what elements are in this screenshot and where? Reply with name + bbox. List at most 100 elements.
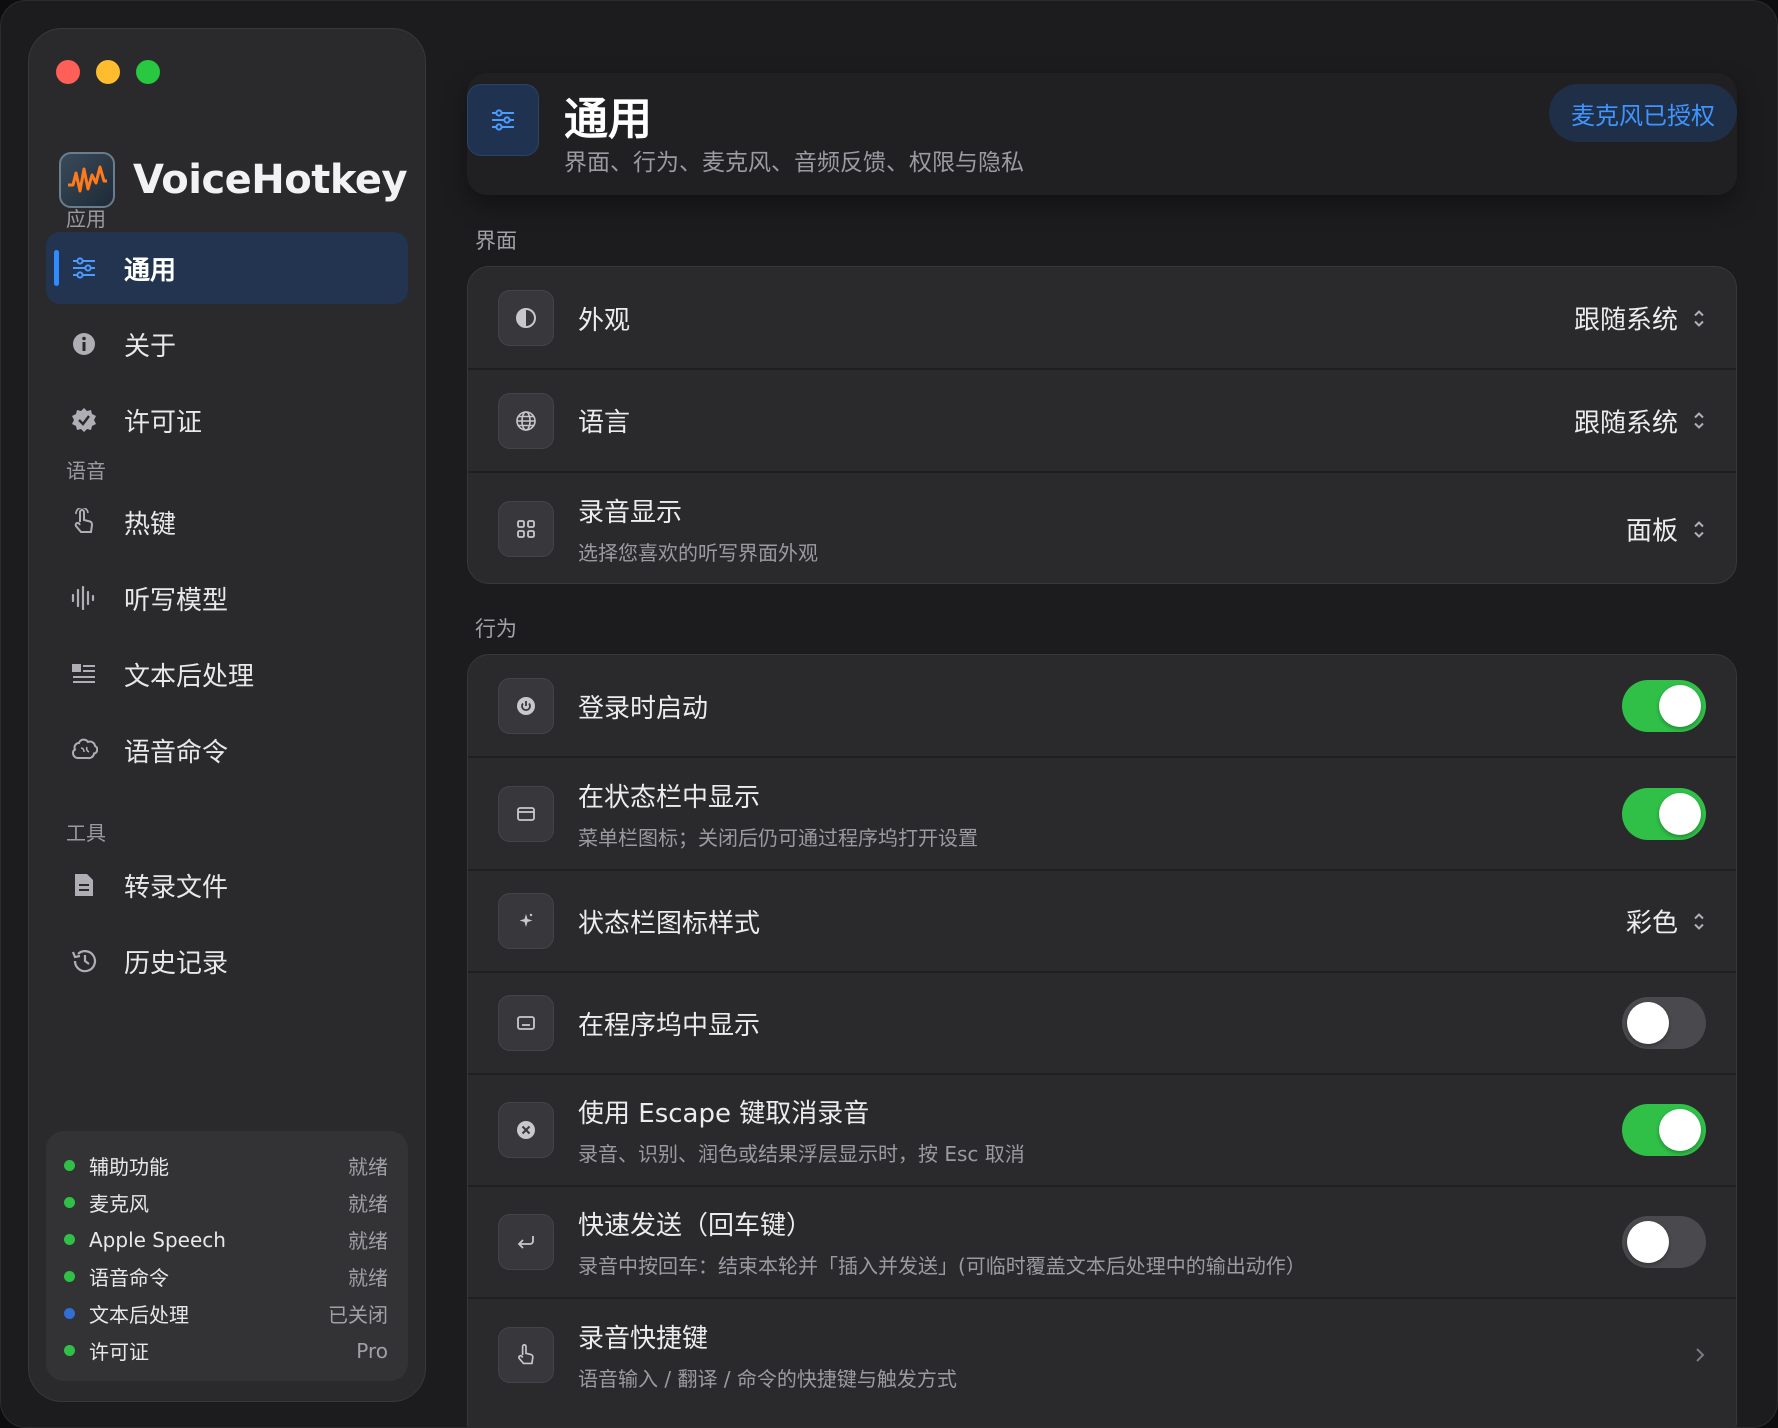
sidebar-item-label: 语音命令 [124, 737, 229, 768]
quick-send-toggle[interactable] [1622, 1216, 1706, 1268]
appearance-select[interactable]: 跟随系统 [1574, 300, 1678, 337]
row-title: 使用 Escape 键取消录音 [578, 1099, 870, 1129]
recording-shortcut-row[interactable]: 录音快捷键 语音输入 / 翻译 / 命令的快捷键与触发方式 [468, 1299, 1736, 1411]
show-in-dock-row: 在程序坞中显示 [468, 973, 1736, 1073]
show-in-dock-toggle[interactable] [1622, 997, 1706, 1049]
status-name: 许可证 [89, 1340, 149, 1364]
status-dot [64, 1345, 75, 1356]
sidebar-item-history[interactable]: 历史记录 [46, 925, 408, 997]
sidebar-item-label: 历史记录 [124, 948, 229, 979]
status-bar-icon-style-select[interactable]: 彩色 [1626, 903, 1678, 940]
mic-authorized-badge[interactable]: 麦克风已授权 [1549, 84, 1737, 142]
row-title: 录音显示 [578, 498, 683, 528]
toggle-knob [1659, 685, 1701, 727]
window-controls [56, 60, 160, 84]
toggle-knob [1627, 1002, 1669, 1044]
sidebar-item-label: 许可证 [124, 407, 203, 438]
row-description: 录音、识别、润色或结果浮层显示时，按 Esc 取消 [578, 1142, 1025, 1166]
show-in-status-bar-toggle[interactable] [1622, 787, 1706, 840]
app-window: VoiceHotkey 应用 通用 关于 许可证 语音 热键 听写模型 文本后处… [0, 0, 1778, 1428]
sidebar: VoiceHotkey 应用 通用 关于 许可证 语音 热键 听写模型 文本后处… [28, 28, 426, 1402]
row-title: 状态栏图标样式 [578, 908, 761, 939]
status-dot [64, 1160, 75, 1171]
chevron-updown-icon [1694, 912, 1704, 930]
status-row: 文本后处理 已关闭 [64, 1295, 388, 1332]
language-row[interactable]: 语言 跟随系统 [468, 370, 1736, 471]
return-icon [498, 1214, 554, 1270]
row-title: 在状态栏中显示 [578, 782, 761, 813]
sidebar-item-general[interactable]: 通用 [46, 232, 408, 304]
sidebar-item-label: 文本后处理 [124, 661, 255, 692]
status-dot [64, 1308, 75, 1319]
grid-icon [498, 501, 554, 557]
toggle-knob [1659, 792, 1701, 835]
waveform-icon [70, 584, 98, 612]
escape-cancel-toggle[interactable] [1622, 1104, 1706, 1156]
sidebar-item-transcribe-file[interactable]: 转录文件 [46, 849, 408, 921]
status-value: Pro [356, 1338, 388, 1363]
language-select[interactable]: 跟随系统 [1574, 402, 1678, 439]
sliders-icon [467, 84, 539, 156]
chevron-right-icon [1696, 1348, 1705, 1362]
row-description: 录音中按回车：结束本轮并「插入并发送」(可临时覆盖文本后处理中的输出动作） [578, 1254, 1306, 1278]
dock-icon [498, 995, 554, 1051]
sidebar-item-label: 关于 [124, 331, 177, 362]
page-title: 通用 [564, 94, 652, 145]
launch-at-login-row: 登录时启动 [468, 655, 1736, 757]
sidebar-item-hotkey[interactable]: 热键 [46, 486, 408, 558]
sidebar-item-label: 转录文件 [124, 872, 229, 903]
toggle-knob [1627, 1221, 1669, 1263]
sidebar-item-voice-commands[interactable]: 语音命令 [46, 714, 408, 786]
status-bar-icon-style-row[interactable]: 状态栏图标样式 彩色 [468, 871, 1736, 971]
quick-send-row: 快速发送（回车键） 录音中按回车：结束本轮并「插入并发送」(可临时覆盖文本后处理… [468, 1187, 1736, 1297]
sidebar-item-about[interactable]: 关于 [46, 308, 408, 380]
status-row: Apple Speech 就绪 [64, 1221, 388, 1258]
launch-at-login-toggle[interactable] [1622, 680, 1706, 732]
row-title: 登录时启动 [578, 693, 709, 724]
appearance-row[interactable]: 外观 跟随系统 [468, 267, 1736, 369]
toggle-knob [1659, 1109, 1701, 1151]
close-window-button[interactable] [56, 60, 80, 84]
sidebar-item-license[interactable]: 许可证 [46, 384, 408, 456]
sparkle-icon [498, 893, 554, 949]
row-title: 录音快捷键 [578, 1324, 709, 1354]
status-dot [64, 1234, 75, 1245]
sidebar-item-label: 听写模型 [124, 585, 229, 616]
app-logo-icon [59, 152, 115, 208]
row-title: 外观 [578, 305, 631, 336]
recording-display-row[interactable]: 录音显示 选择您喜欢的听写界面外观 面板 [468, 473, 1736, 583]
section-label-app: 应用 [66, 207, 106, 231]
behavior-settings-card: 登录时启动 在状态栏中显示 菜单栏图标；关闭后仍可通过程序坞打开设置 状态栏图标… [467, 654, 1737, 1427]
info-icon [70, 330, 98, 358]
interface-settings-card: 外观 跟随系统 语言 跟随系统 录音显示 选择您喜欢的听写界面外观 面板 [467, 266, 1737, 584]
status-value: 就绪 [348, 1229, 388, 1253]
escape-cancel-row: 使用 Escape 键取消录音 录音、识别、润色或结果浮层显示时，按 Esc 取… [468, 1075, 1736, 1185]
sidebar-item-text-postprocess[interactable]: 文本后处理 [46, 638, 408, 710]
status-name: 语音命令 [89, 1266, 169, 1290]
show-in-status-bar-row: 在状态栏中显示 菜单栏图标；关闭后仍可通过程序坞打开设置 [468, 758, 1736, 869]
status-panel: 辅助功能 就绪 麦克风 就绪 Apple Speech 就绪 语音命令 就绪 文… [46, 1131, 408, 1381]
chevron-updown-icon [1694, 412, 1704, 429]
status-name: Apple Speech [89, 1227, 226, 1252]
app-name: VoiceHotkey [133, 157, 408, 203]
chevron-updown-icon [1694, 309, 1704, 327]
sidebar-item-label: 热键 [124, 509, 177, 540]
minimize-window-button[interactable] [96, 60, 120, 84]
recording-display-select[interactable]: 面板 [1626, 511, 1678, 548]
sidebar-item-label: 通用 [124, 255, 177, 286]
status-dot [64, 1271, 75, 1282]
app-brand: VoiceHotkey [59, 152, 408, 208]
section-label-tools: 工具 [66, 821, 106, 845]
status-row: 许可证 Pro [64, 1332, 388, 1369]
status-name: 辅助功能 [89, 1155, 169, 1179]
status-row: 麦克风 就绪 [64, 1184, 388, 1221]
row-title: 语言 [578, 408, 631, 438]
status-value: 就绪 [348, 1266, 388, 1290]
hand-pointer-icon [498, 1327, 554, 1383]
document-icon [70, 871, 98, 899]
row-title: 快速发送（回车键） [578, 1211, 813, 1241]
sidebar-item-dictation-model[interactable]: 听写模型 [46, 562, 408, 634]
status-row: 语音命令 就绪 [64, 1258, 388, 1295]
contrast-icon [498, 290, 554, 346]
zoom-window-button[interactable] [136, 60, 160, 84]
